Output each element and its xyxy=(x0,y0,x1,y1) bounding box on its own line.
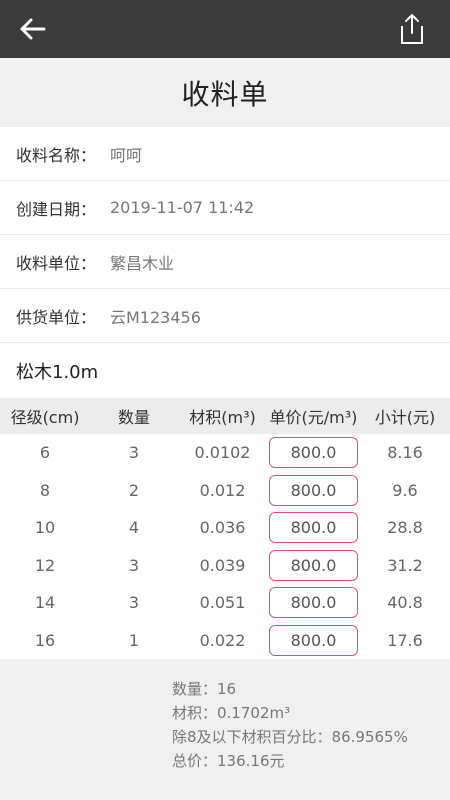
table-row: 14 3 0.051 800.0 40.8 xyxy=(0,584,450,622)
header-volume: 材积(m³) xyxy=(189,408,256,427)
volume-cell: 0.051 xyxy=(199,593,246,613)
info-row-unit: 收料单位： 繁昌木业 xyxy=(0,235,450,289)
header-grade: 径级(cm) xyxy=(10,408,80,427)
subtotal-cell: 40.8 xyxy=(387,593,423,613)
title-bar: 收料单 xyxy=(0,58,450,127)
section-title: 松木1.0m xyxy=(0,343,450,398)
subtotal-cell: 17.6 xyxy=(387,630,423,650)
summary-quantity: 数量：16 xyxy=(172,680,237,698)
date-label: 创建日期： xyxy=(16,199,97,219)
header-subtotal: 小计(元) xyxy=(374,408,436,427)
price-input[interactable]: 800.0 xyxy=(269,437,358,469)
qty-cell: 3 xyxy=(128,555,140,575)
price-input[interactable]: 800.0 xyxy=(269,549,358,581)
table-body: 6 3 0.0102 800.0 8.16 8 2 0.012 800.0 9.… xyxy=(0,434,450,659)
summary-volume: 材积：0.1702m³ xyxy=(172,704,291,722)
subtotal-cell: 31.2 xyxy=(387,555,423,575)
header-qty: 数量 xyxy=(117,408,150,427)
unit-value: 繁昌木业 xyxy=(110,253,175,273)
summary-percent: 除8及以下材积百分比：86.9565% xyxy=(172,728,408,746)
supplier-value: 云M123456 xyxy=(110,307,201,327)
qty-cell: 1 xyxy=(128,630,140,650)
qty-cell: 4 xyxy=(128,518,140,538)
share-icon[interactable] xyxy=(396,12,428,46)
subtotal-cell: 8.16 xyxy=(387,443,423,463)
qty-cell: 3 xyxy=(128,593,140,613)
volume-cell: 0.039 xyxy=(199,555,246,575)
qty-cell: 2 xyxy=(128,480,140,500)
grade-cell: 8 xyxy=(39,480,51,500)
info-row-name: 收料名称： 呵呵 xyxy=(0,127,450,181)
price-input[interactable]: 800.0 xyxy=(269,474,358,506)
table-row: 6 3 0.0102 800.0 8.16 xyxy=(0,434,450,472)
name-label: 收料名称： xyxy=(16,145,97,165)
summary-total: 总价：136.16元 xyxy=(172,752,285,770)
supplier-label: 供货单位： xyxy=(16,307,97,327)
grade-cell: 6 xyxy=(39,443,51,463)
table-row: 8 2 0.012 800.0 9.6 xyxy=(0,472,450,510)
volume-cell: 0.0102 xyxy=(194,443,251,463)
date-value: 2019-11-07 11:42 xyxy=(110,198,255,217)
grade-cell: 12 xyxy=(34,555,56,575)
arrow-left-icon[interactable] xyxy=(18,14,52,44)
info-row-date: 创建日期： 2019-11-07 11:42 xyxy=(0,181,450,235)
table-row: 16 1 0.022 800.0 17.6 xyxy=(0,622,450,660)
unit-label: 收料单位： xyxy=(16,253,97,273)
grade-cell: 16 xyxy=(34,630,56,650)
volume-cell: 0.012 xyxy=(199,480,246,500)
info-row-supplier: 供货单位： 云M123456 xyxy=(0,289,450,343)
subtotal-cell: 28.8 xyxy=(387,518,423,538)
price-input[interactable]: 800.0 xyxy=(269,512,358,544)
info-panel: 收料名称： 呵呵 创建日期： 2019-11-07 11:42 收料单位： 繁昌… xyxy=(0,127,450,343)
grade-cell: 10 xyxy=(34,518,56,538)
table-row: 12 3 0.039 800.0 31.2 xyxy=(0,547,450,585)
page-title: 收料单 xyxy=(181,77,269,111)
summary-panel: 数量：16 材积：0.1702m³ 除8及以下材积百分比：86.9565% 总价… xyxy=(0,659,450,773)
top-bar xyxy=(0,0,450,58)
volume-cell: 0.022 xyxy=(199,630,246,650)
price-input[interactable]: 800.0 xyxy=(269,587,358,619)
qty-cell: 3 xyxy=(128,443,140,463)
table-header: 径级(cm) 数量 材积(m³) 单价(元/m³) 小计(元) xyxy=(0,398,450,434)
header-price: 单价(元/m³) xyxy=(269,408,358,427)
subtotal-cell: 9.6 xyxy=(392,480,418,500)
grade-cell: 14 xyxy=(34,593,56,613)
volume-cell: 0.036 xyxy=(199,518,246,538)
price-input[interactable]: 800.0 xyxy=(269,624,358,656)
table-row: 10 4 0.036 800.0 28.8 xyxy=(0,509,450,547)
name-value: 呵呵 xyxy=(110,145,143,165)
